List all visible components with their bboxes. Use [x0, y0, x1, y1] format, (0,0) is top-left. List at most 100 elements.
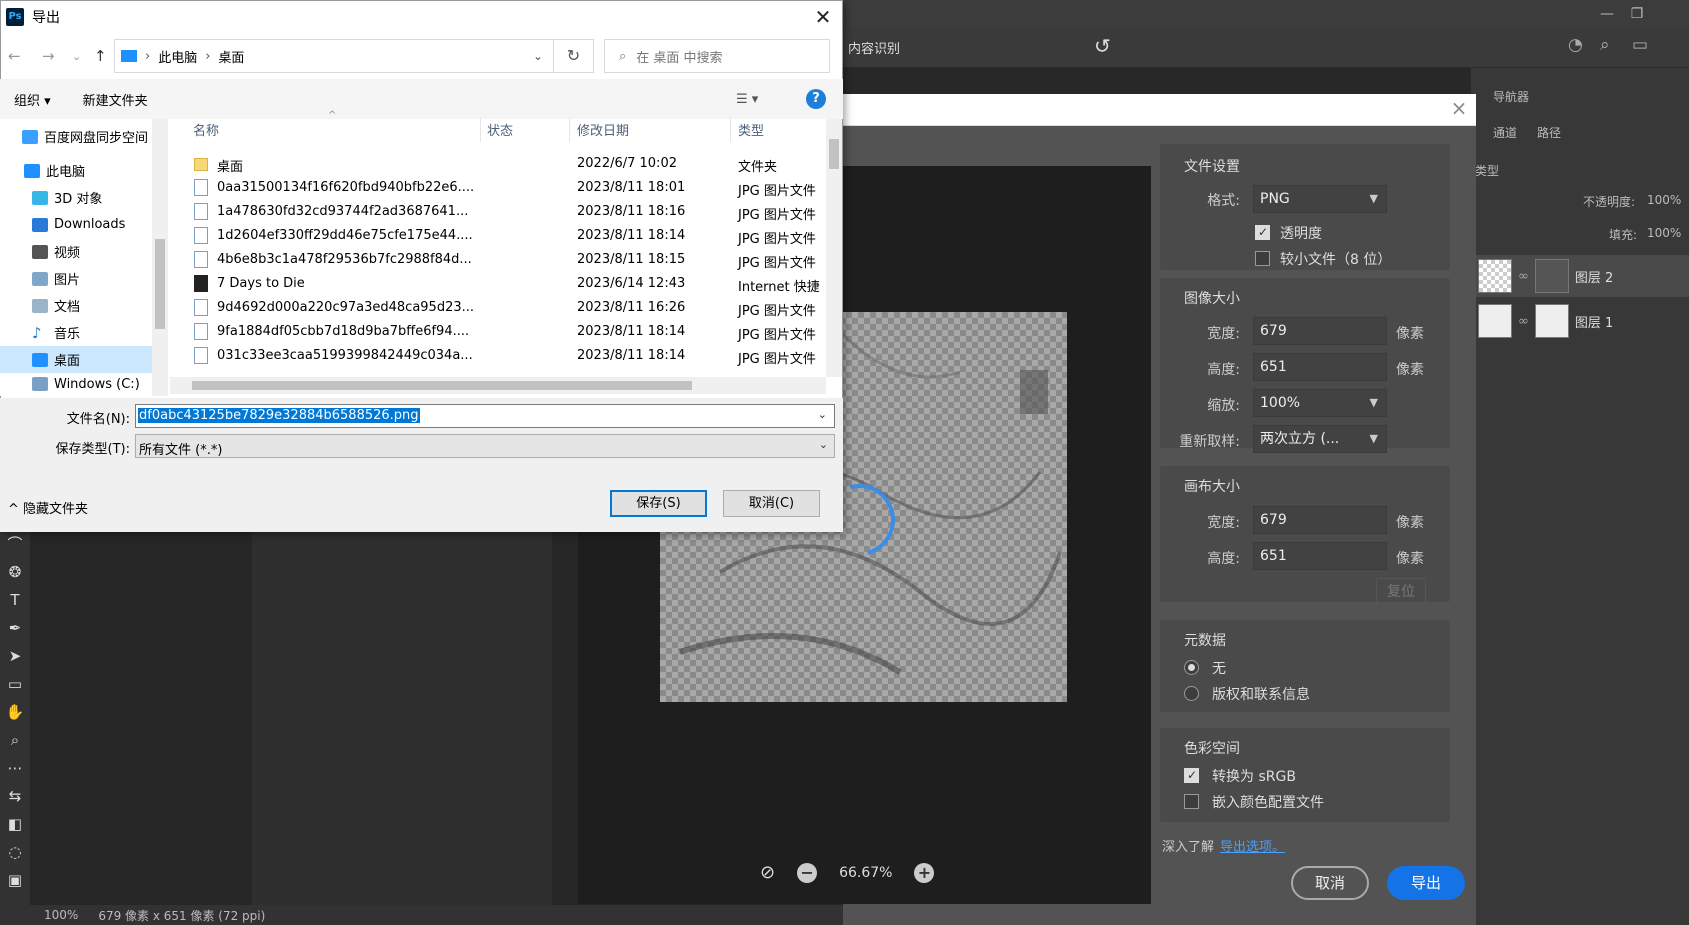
layer-kind-filter[interactable]: 类型: [1475, 162, 1499, 179]
swap-colors-icon[interactable]: ⇆: [0, 782, 30, 810]
address-bar[interactable]: › 此电脑 › 桌面 ⌄: [114, 39, 554, 73]
nav-item-videos[interactable]: 视频: [0, 238, 152, 265]
up-icon[interactable]: ↑: [94, 47, 107, 65]
fit-icon[interactable]: ⊘: [760, 862, 775, 883]
file-row[interactable]: 7 Days to Die 2023/6/14 12:43 Internet 快捷: [190, 272, 822, 296]
nav-item-documents[interactable]: 文档: [0, 292, 152, 319]
export-settings-panel: 文件设置 格式: PNG ▼ 透明度 较小文件（8 位） 图像大小 宽度: 679…: [1160, 130, 1450, 830]
layer-row[interactable]: ∞ 图层 2: [1470, 255, 1689, 297]
scale-select[interactable]: 100% ▼: [1253, 389, 1387, 417]
hscroll-thumb[interactable]: [192, 381, 692, 390]
quick-mask-icon[interactable]: ◌: [0, 838, 30, 866]
nav-item-pictures[interactable]: 图片: [0, 265, 152, 292]
tab-navigator[interactable]: 导航器: [1493, 88, 1529, 105]
close-icon[interactable]: ✕: [810, 5, 836, 31]
export-button[interactable]: 导出: [1387, 866, 1465, 900]
new-folder-button[interactable]: 新建文件夹: [83, 90, 148, 109]
canvas-width-input[interactable]: 679: [1253, 506, 1387, 534]
meta-copyright-radio[interactable]: [1184, 686, 1199, 701]
recent-chevron-icon[interactable]: ⌄: [72, 50, 81, 63]
filename-input[interactable]: df0abc43125be7829e32884b6588526.png ⌄: [135, 404, 835, 428]
stamp-icon[interactable]: ❂: [0, 558, 30, 586]
file-row[interactable]: 9fa1884df05cbb7d18d9ba7bffe6f94.... 2023/…: [190, 320, 822, 344]
file-row[interactable]: 1d2604ef330ff29dd46e75cfe175e44.... 2023/…: [190, 224, 822, 248]
convert-srgb-checkbox[interactable]: [1184, 768, 1199, 783]
file-row[interactable]: 1a478630fd32cd93744f2ad3687641... 2023/8/…: [190, 200, 822, 224]
type-tool-icon[interactable]: T: [0, 586, 30, 614]
undo-icon[interactable]: ↺: [1094, 34, 1111, 58]
restore-icon[interactable]: ❐: [1625, 6, 1649, 22]
section-title: 元数据: [1184, 633, 1226, 649]
section-title: 图像大小: [1184, 291, 1240, 307]
save-button[interactable]: 保存(S): [610, 490, 707, 517]
forward-icon[interactable]: →: [42, 47, 55, 65]
screen-mode-icon[interactable]: ▣: [0, 866, 30, 894]
format-select[interactable]: PNG ▼: [1253, 185, 1387, 213]
canvas-height-input[interactable]: 651: [1253, 542, 1387, 570]
height-input[interactable]: 651: [1253, 353, 1387, 381]
hide-folders-toggle[interactable]: ^ 隐藏文件夹: [8, 498, 88, 517]
lasso-icon[interactable]: ⌒: [0, 530, 30, 558]
nav-item-this-pc[interactable]: 此电脑: [0, 157, 152, 184]
file-row[interactable]: 0aa31500134f16f620fbd940bfb22e6.... 2023/…: [190, 176, 822, 200]
rectangle-icon[interactable]: ▭: [0, 670, 30, 698]
nav-item-baidu[interactable]: 百度网盘同步空间: [0, 123, 152, 150]
file-row[interactable]: 桌面 2022/6/7 10:02 文件夹: [190, 152, 822, 176]
file-row[interactable]: 031c33ee3caa5199399842449c034a... 2023/8/…: [190, 344, 822, 368]
zoom-in-icon[interactable]: +: [914, 862, 935, 883]
export-cancel-button[interactable]: 取消: [1291, 866, 1369, 900]
cancel-button[interactable]: 取消(C): [723, 490, 820, 517]
search-icon[interactable]: ⌕: [1600, 35, 1610, 55]
nav-item-downloads[interactable]: Downloads: [0, 211, 152, 238]
file-list-vscrollbar[interactable]: [826, 119, 842, 377]
nav-item-drive-c[interactable]: Windows (C:): [0, 373, 152, 395]
fill-value[interactable]: 100%: [1647, 226, 1681, 240]
user-icon[interactable]: ◔: [1568, 35, 1583, 55]
transparency-checkbox[interactable]: [1255, 225, 1270, 240]
resample-select[interactable]: 两次立方 (... ▼: [1253, 425, 1387, 453]
smaller-file-checkbox[interactable]: [1255, 251, 1270, 266]
opacity-value[interactable]: 100%: [1647, 193, 1681, 207]
tab-channels[interactable]: 通道: [1493, 124, 1517, 141]
nav-item-music[interactable]: ♪ 音乐: [0, 319, 152, 346]
pen-icon[interactable]: ✒: [0, 614, 30, 642]
chevron-down-icon[interactable]: ⌄: [817, 408, 828, 421]
tab-paths[interactable]: 路径: [1537, 124, 1561, 141]
column-header-status[interactable]: 状态: [487, 120, 513, 139]
close-icon[interactable]: ×: [1446, 96, 1472, 122]
more-tools-icon[interactable]: ⋯: [0, 754, 30, 782]
help-icon[interactable]: ?: [806, 89, 826, 109]
layer-row[interactable]: ∞ 图层 1: [1470, 300, 1689, 342]
select-arrow-icon[interactable]: ➤: [0, 642, 30, 670]
minimize-icon[interactable]: —: [1595, 6, 1619, 22]
width-input[interactable]: 679: [1253, 317, 1387, 345]
nav-item-desktop[interactable]: 桌面: [0, 346, 152, 373]
search-placeholder: 在 桌面 中搜索: [636, 50, 723, 66]
zoom-tool-icon[interactable]: ⌕: [0, 726, 30, 754]
color-swatch-icon[interactable]: ◧: [0, 810, 30, 838]
nav-item-3d[interactable]: 3D 对象: [0, 184, 152, 211]
chevron-down-icon[interactable]: ⌄: [533, 49, 543, 63]
nav-scrollbar[interactable]: [152, 119, 168, 396]
breadcrumb-item[interactable]: 桌面: [218, 47, 244, 66]
back-icon[interactable]: ←: [8, 47, 21, 65]
export-options-link[interactable]: 导出选项。: [1220, 840, 1285, 855]
search-input[interactable]: ⌕ 在 桌面 中搜索: [604, 39, 830, 73]
column-header-name[interactable]: 名称: [193, 120, 219, 139]
reset-button[interactable]: 复位: [1376, 578, 1426, 604]
column-header-type[interactable]: 类型: [738, 120, 764, 139]
chevron-down-icon: ⌄: [818, 438, 828, 451]
breadcrumb-item[interactable]: 此电脑: [158, 47, 197, 66]
view-options-icon[interactable]: ☰ ▾: [736, 92, 758, 107]
filetype-select[interactable]: 所有文件 (*.*) ⌄: [135, 434, 835, 458]
embed-profile-checkbox[interactable]: [1184, 794, 1199, 809]
refresh-icon[interactable]: ↻: [554, 39, 594, 73]
column-header-date[interactable]: 修改日期: [577, 120, 629, 139]
hand-icon[interactable]: ✋: [0, 698, 30, 726]
file-row[interactable]: 9d4692d000a220c97a3ed48ca95d23... 2023/8/…: [190, 296, 822, 320]
organize-button[interactable]: 组织 ▾: [14, 90, 51, 109]
workspace-icon[interactable]: ▭: [1632, 35, 1648, 55]
meta-none-radio[interactable]: [1184, 660, 1199, 675]
file-row[interactable]: 4b6e8b3c1a478f29536b7fc2988f84d... 2023/8…: [190, 248, 822, 272]
zoom-out-icon[interactable]: −: [797, 862, 818, 883]
